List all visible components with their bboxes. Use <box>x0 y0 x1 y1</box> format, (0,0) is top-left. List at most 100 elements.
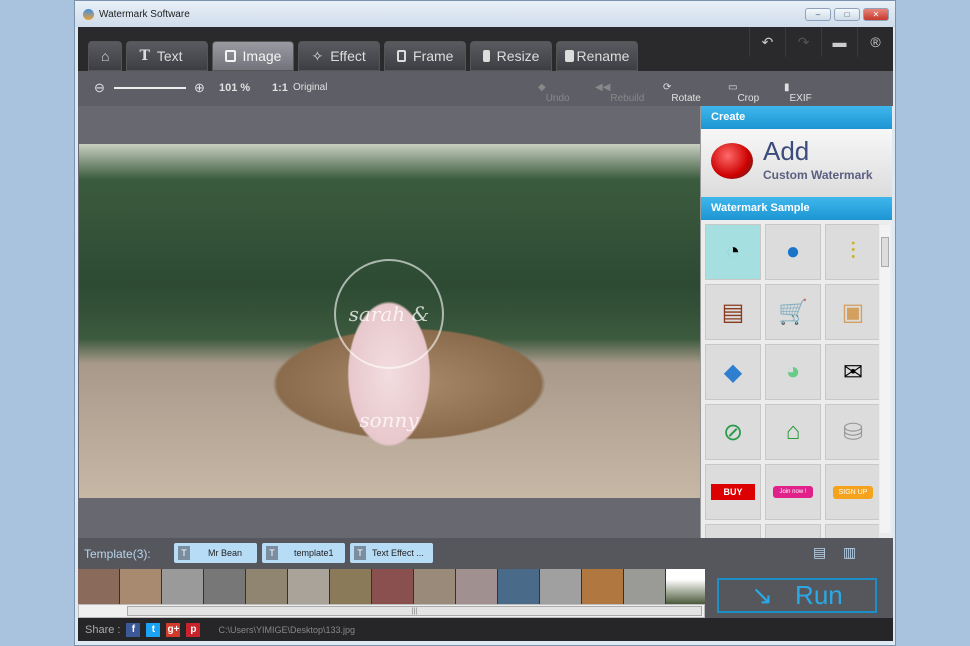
feedback-icon[interactable]: ▬ <box>821 27 857 57</box>
twitter-icon[interactable]: t <box>146 622 161 637</box>
zoom-out-icon[interactable]: ⊖ <box>94 80 105 96</box>
create-header: Create <box>701 106 892 129</box>
template-item[interactable]: T Text Effect ... <box>350 543 433 563</box>
thumbnail[interactable] <box>330 569 371 604</box>
tab-frame[interactable]: Frame <box>384 41 467 71</box>
tab-home[interactable]: ⌂ <box>88 41 123 71</box>
share-label: Share : <box>85 623 121 636</box>
template-icon: T <box>354 546 366 560</box>
run-icon: ↘ <box>751 580 774 610</box>
cart-sample-icon[interactable]: 🛒 <box>765 284 821 340</box>
undo-button[interactable]: ◆ Undo <box>538 82 570 104</box>
thumbnail-strip <box>78 569 705 604</box>
rebuild-button[interactable]: ◀◀ Rebuild <box>595 82 644 104</box>
register-icon[interactable]: ® <box>857 27 893 57</box>
email-sample-icon[interactable]: ✉ <box>825 344 879 400</box>
template-icon: T <box>266 546 278 560</box>
maximize-button[interactable]: □ <box>834 8 860 21</box>
tab-rename[interactable]: Rename <box>556 41 639 71</box>
thumbnail-scrollbar[interactable]: ||| <box>78 604 705 618</box>
thumbnail[interactable] <box>78 569 119 604</box>
sample-grid: ◔ ● ⫶ ▤ 🛒 ▣ ◆ ◕ ✉ ⊘ ⌂ ⛁ BUY Join now ! S… <box>701 220 879 538</box>
thumbnail[interactable] <box>246 569 287 604</box>
thumbnail[interactable] <box>666 569 705 604</box>
facebook-icon[interactable]: f <box>126 622 141 637</box>
database-sample-icon[interactable]: ⛁ <box>825 404 879 460</box>
close-button[interactable]: ✕ <box>863 8 889 21</box>
save-template-icon[interactable]: ▤ <box>813 544 826 561</box>
home-icon: ⌂ <box>101 48 110 64</box>
google-plus-icon[interactable]: g+ <box>166 622 181 637</box>
server-sample-icon[interactable]: ▤ <box>705 284 761 340</box>
pig-sample-icon[interactable]: ● <box>765 524 821 538</box>
red-button-icon <box>711 143 753 179</box>
crop-button[interactable]: ▭ Crop <box>728 82 759 104</box>
buy-sample[interactable]: BUY <box>705 464 761 520</box>
tab-effect[interactable]: ✧ Effect <box>298 41 381 71</box>
join-now-sample[interactable]: Join now ! <box>765 464 821 520</box>
sample-scrollbar[interactable] <box>880 225 890 533</box>
eye-sample-icon[interactable]: ◉ <box>825 524 879 538</box>
thumbnail[interactable] <box>288 569 329 604</box>
thumbnail[interactable] <box>204 569 245 604</box>
photo-preview[interactable]: sarah & sonny <box>79 144 700 498</box>
image-canvas: sarah & sonny <box>78 106 700 538</box>
tab-resize[interactable]: Resize <box>470 41 553 71</box>
app-window: Watermark Software – □ ✕ ⌂ T Text Image ✧… <box>74 0 896 646</box>
original-size-icon[interactable]: 1:1 <box>272 82 288 94</box>
template-bar: Template(3): T Mr Bean Ttemplate1 T Text E… <box>78 538 893 569</box>
template-label: Template(3): <box>84 547 151 561</box>
run-button[interactable]: ↘ Run <box>717 578 877 613</box>
original-button[interactable]: Original <box>293 82 327 93</box>
window-title: Watermark Software <box>99 8 190 20</box>
thumbnail[interactable] <box>498 569 539 604</box>
tag-sample-icon[interactable]: ◆ <box>705 344 761 400</box>
minimize-button[interactable]: – <box>805 8 831 21</box>
template-item[interactable]: Ttemplate1 <box>262 543 345 563</box>
box-sample-icon[interactable]: ▣ <box>825 284 879 340</box>
add-custom-watermark-button[interactable]: Add Custom Watermark <box>701 129 892 197</box>
redo-icon[interactable]: ↷ <box>785 27 821 57</box>
status-bar: Share : f t g+ p C:\Users\YIMIGE\Desktop… <box>78 618 893 641</box>
thumbnail[interactable] <box>582 569 623 604</box>
tags-sample-icon[interactable]: ⫶ <box>825 224 879 280</box>
watermark-panel: Create Add Custom Watermark Watermark Sa… <box>700 106 892 538</box>
run-area: ↘ Run <box>705 569 893 618</box>
sign-up-sample[interactable]: SIGN UP <box>825 464 879 520</box>
image-icon <box>225 50 236 62</box>
pinterest-icon[interactable]: p <box>186 622 201 637</box>
pie-chart-sample-icon[interactable]: ◔ <box>705 224 761 280</box>
magic-wand-icon: ✧ <box>311 47 324 64</box>
thumbnail[interactable] <box>414 569 455 604</box>
rename-icon <box>565 50 574 62</box>
resize-icon <box>483 50 490 62</box>
pie-sample-icon[interactable]: ◕ <box>765 344 821 400</box>
zoom-in-icon[interactable]: ⊕ <box>194 80 205 96</box>
tab-text[interactable]: T Text <box>126 41 209 71</box>
thumbnail[interactable] <box>372 569 413 604</box>
template-item[interactable]: T Mr Bean <box>174 543 257 563</box>
cartoon-sample-icon[interactable]: ☺ <box>705 524 761 538</box>
undo-icon[interactable]: ↶ <box>749 27 785 57</box>
frame-icon <box>397 50 407 62</box>
rotate-button[interactable]: ⟳ Rotate <box>663 82 701 104</box>
title-bar: Watermark Software – □ ✕ <box>75 1 895 27</box>
image-toolbar: ⊖ ⊕ 101 % 1:1 Original ◆ Undo ◀◀ Rebuild … <box>78 71 893 106</box>
exif-button[interactable]: ▮ EXIF <box>784 82 812 104</box>
app-icon <box>83 8 94 20</box>
thumbnail[interactable] <box>456 569 497 604</box>
thumbnail[interactable] <box>624 569 665 604</box>
zoom-level: 101 % <box>219 82 251 94</box>
load-template-icon[interactable]: ▥ <box>843 544 856 561</box>
thumbnail[interactable] <box>120 569 161 604</box>
main-toolbar: ⌂ T Text Image ✧ Effect Frame Resize Renam… <box>78 27 893 71</box>
watermark-overlay[interactable]: sarah & sonny <box>334 259 444 432</box>
thumbnail[interactable] <box>540 569 581 604</box>
door-hanger-sample-icon[interactable]: ⊘ <box>705 404 761 460</box>
pie-chart-3d-sample-icon[interactable]: ● <box>765 224 821 280</box>
zoom-slider[interactable] <box>114 87 186 89</box>
tab-image[interactable]: Image <box>212 41 295 71</box>
thumbnail[interactable] <box>162 569 203 604</box>
basket-sample-icon[interactable]: ⌂ <box>765 404 821 460</box>
text-icon: T <box>139 48 150 64</box>
